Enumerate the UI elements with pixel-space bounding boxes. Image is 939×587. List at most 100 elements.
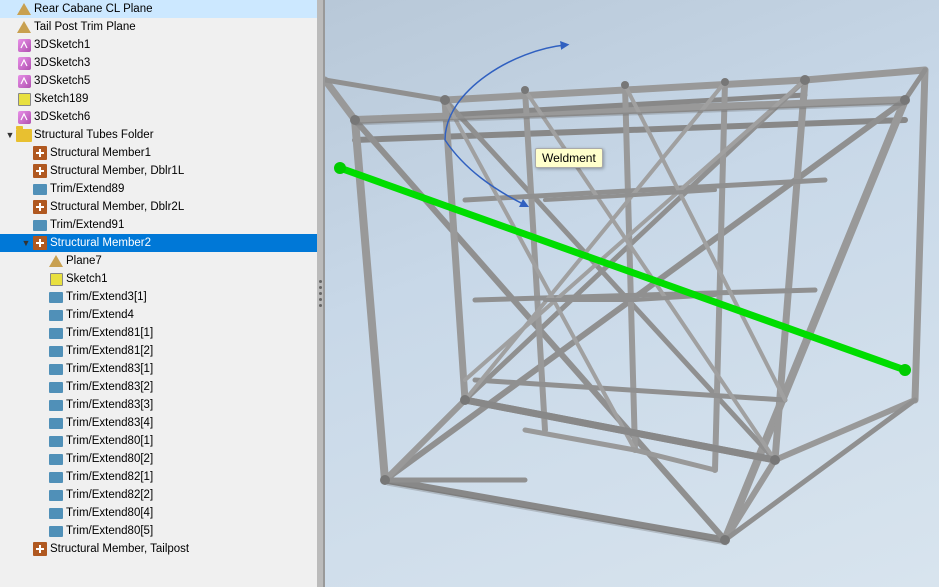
- weldment-tooltip: Weldment: [535, 148, 603, 168]
- tree-item-trim83-1[interactable]: Trim/Extend83[1]: [0, 360, 323, 378]
- expand-btn-trim83-1: [36, 363, 48, 375]
- tree-label-struct-tubes-folder: Structural Tubes Folder: [34, 129, 154, 141]
- tree-item-trim91[interactable]: Trim/Extend91: [0, 216, 323, 234]
- icon-plane-plane7: [48, 253, 64, 269]
- tree-label-sketch189: Sketch189: [34, 93, 88, 105]
- icon-plane-rear-cabane: [16, 1, 32, 17]
- icon-trim-trim4: [48, 307, 64, 323]
- tree-item-trim80-5[interactable]: Trim/Extend80[5]: [0, 522, 323, 540]
- icon-trim-trim83-1: [48, 361, 64, 377]
- icon-trim-trim3-1: [48, 289, 64, 305]
- 3d-viewport[interactable]: Weldment: [325, 0, 939, 587]
- icon-trim-trim83-3: [48, 397, 64, 413]
- tree-label-3dsketch5: 3DSketch5: [34, 75, 90, 87]
- icon-trim-trim83-2: [48, 379, 64, 395]
- tree-item-trim81-2[interactable]: Trim/Extend81[2]: [0, 342, 323, 360]
- icon-trim-trim82-1: [48, 469, 64, 485]
- expand-btn-struct-tailpost: [20, 543, 32, 555]
- tree-label-rear-cabane: Rear Cabane CL Plane: [34, 3, 152, 15]
- icon-sketch-sketch189: [16, 91, 32, 107]
- tooltip-label: Weldment: [542, 151, 596, 165]
- tree-label-struct-tailpost: Structural Member, Tailpost: [50, 543, 189, 555]
- tree-item-3dsketch3[interactable]: 3DSketch3: [0, 54, 323, 72]
- tree-label-tail-post: Tail Post Trim Plane: [34, 21, 136, 33]
- expand-btn-rear-cabane: [4, 3, 16, 15]
- icon-sketch-sketch1: [48, 271, 64, 287]
- icon-sketch3d-3dsketch3: [16, 55, 32, 71]
- tree-item-trim82-1[interactable]: Trim/Extend82[1]: [0, 468, 323, 486]
- tree-label-trim83-2: Trim/Extend83[2]: [66, 381, 153, 393]
- expand-btn-trim82-1: [36, 471, 48, 483]
- panel-splitter[interactable]: [317, 0, 323, 587]
- expand-btn-trim80-1: [36, 435, 48, 447]
- icon-trim-trim80-4: [48, 505, 64, 521]
- tree-item-tail-post[interactable]: Tail Post Trim Plane: [0, 18, 323, 36]
- tree-label-struct-dblr1l: Structural Member, Dblr1L: [50, 165, 184, 177]
- icon-trim-trim80-1: [48, 433, 64, 449]
- tree-label-3dsketch6: 3DSketch6: [34, 111, 90, 123]
- expand-btn-trim82-2: [36, 489, 48, 501]
- tree-item-trim80-4[interactable]: Trim/Extend80[4]: [0, 504, 323, 522]
- tree-item-sketch189[interactable]: Sketch189: [0, 90, 323, 108]
- expand-btn-trim3-1: [36, 291, 48, 303]
- icon-structural-struct-dblr2l: [32, 199, 48, 215]
- icon-trim-trim81-1: [48, 325, 64, 341]
- icon-structural-struct-tailpost: [32, 541, 48, 557]
- tree-label-3dsketch3: 3DSketch3: [34, 57, 90, 69]
- icon-trim-trim82-2: [48, 487, 64, 503]
- expand-btn-3dsketch5: [4, 75, 16, 87]
- expand-btn-trim80-4: [36, 507, 48, 519]
- tree-item-trim81-1[interactable]: Trim/Extend81[1]: [0, 324, 323, 342]
- tree-item-struct-dblr1l[interactable]: Structural Member, Dblr1L: [0, 162, 323, 180]
- expand-btn-struct-member1: [20, 147, 32, 159]
- expand-btn-trim81-1: [36, 327, 48, 339]
- icon-structural-struct-dblr1l: [32, 163, 48, 179]
- tree-container: Rear Cabane CL Plane Tail Post Trim Plan…: [0, 0, 323, 558]
- tree-item-trim80-2[interactable]: Trim/Extend80[2]: [0, 450, 323, 468]
- tree-label-3dsketch1: 3DSketch1: [34, 39, 90, 51]
- expand-btn-struct-dblr2l: [20, 201, 32, 213]
- tree-item-3dsketch6[interactable]: 3DSketch6: [0, 108, 323, 126]
- expand-btn-tail-post: [4, 21, 16, 33]
- tree-item-trim83-2[interactable]: Trim/Extend83[2]: [0, 378, 323, 396]
- tree-label-trim91: Trim/Extend91: [50, 219, 124, 231]
- expand-btn-trim4: [36, 309, 48, 321]
- tree-item-trim80-1[interactable]: Trim/Extend80[1]: [0, 432, 323, 450]
- tree-label-sketch1: Sketch1: [66, 273, 108, 285]
- icon-folder-struct-tubes-folder: [16, 127, 32, 143]
- expand-btn-3dsketch3: [4, 57, 16, 69]
- tree-item-struct-member2[interactable]: ▼Structural Member2: [0, 234, 323, 252]
- icon-sketch3d-3dsketch5: [16, 73, 32, 89]
- icon-sketch3d-3dsketch6: [16, 109, 32, 125]
- tree-item-plane7[interactable]: Plane7: [0, 252, 323, 270]
- tree-item-trim82-2[interactable]: Trim/Extend82[2]: [0, 486, 323, 504]
- tree-item-3dsketch5[interactable]: 3DSketch5: [0, 72, 323, 90]
- tree-item-rear-cabane[interactable]: Rear Cabane CL Plane: [0, 0, 323, 18]
- tree-item-struct-tubes-folder[interactable]: ▼ Structural Tubes Folder: [0, 126, 323, 144]
- tree-item-trim83-3[interactable]: Trim/Extend83[3]: [0, 396, 323, 414]
- icon-trim-trim80-5: [48, 523, 64, 539]
- tree-label-trim80-2: Trim/Extend80[2]: [66, 453, 153, 465]
- icon-sketch3d-3dsketch1: [16, 37, 32, 53]
- tree-label-trim81-2: Trim/Extend81[2]: [66, 345, 153, 357]
- tree-item-struct-member1[interactable]: Structural Member1: [0, 144, 323, 162]
- icon-structural-struct-member1: [32, 145, 48, 161]
- tree-label-trim82-1: Trim/Extend82[1]: [66, 471, 153, 483]
- expand-btn-struct-member2[interactable]: ▼: [20, 237, 32, 249]
- tree-item-struct-dblr2l[interactable]: Structural Member, Dblr2L: [0, 198, 323, 216]
- tree-item-trim4[interactable]: Trim/Extend4: [0, 306, 323, 324]
- tree-label-struct-dblr2l: Structural Member, Dblr2L: [50, 201, 184, 213]
- annotation-arrow: [435, 30, 635, 250]
- tree-item-trim83-4[interactable]: Trim/Extend83[4]: [0, 414, 323, 432]
- tree-item-3dsketch1[interactable]: 3DSketch1: [0, 36, 323, 54]
- tree-item-trim89[interactable]: Trim/Extend89: [0, 180, 323, 198]
- expand-btn-struct-dblr1l: [20, 165, 32, 177]
- tree-item-struct-tailpost[interactable]: Structural Member, Tailpost: [0, 540, 323, 558]
- expand-btn-sketch189: [4, 93, 16, 105]
- tree-label-trim81-1: Trim/Extend81[1]: [66, 327, 153, 339]
- expand-btn-struct-tubes-folder[interactable]: ▼: [4, 129, 16, 141]
- tree-item-sketch1[interactable]: Sketch1: [0, 270, 323, 288]
- tree-item-trim3-1[interactable]: Trim/Extend3[1]: [0, 288, 323, 306]
- icon-structural-struct-member2: [32, 235, 48, 251]
- tree-label-trim89: Trim/Extend89: [50, 183, 124, 195]
